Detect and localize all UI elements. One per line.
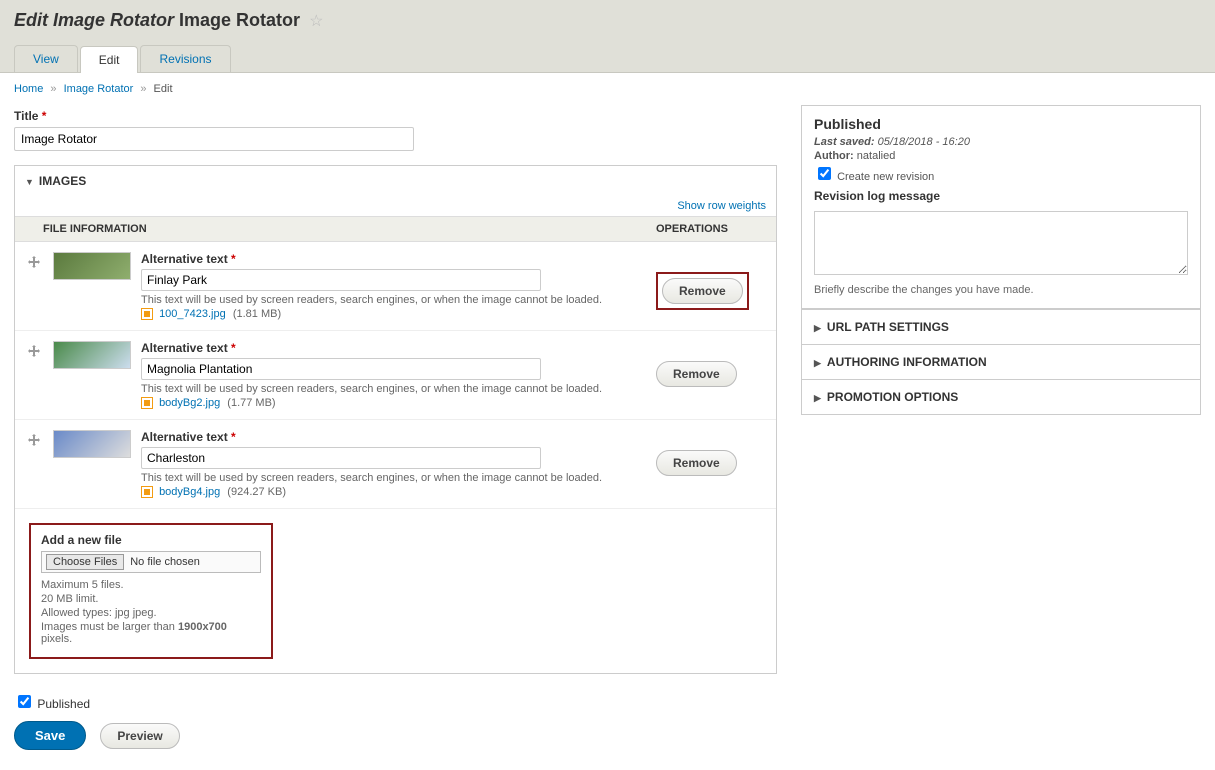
choose-files-button[interactable]: Choose Files bbox=[46, 554, 124, 570]
image-row: Alternative text * This text will be use… bbox=[15, 242, 776, 331]
log-message-label: Revision log message bbox=[814, 189, 1188, 203]
title-input[interactable] bbox=[14, 127, 414, 151]
alt-text-input[interactable] bbox=[141, 358, 541, 380]
tab-view[interactable]: View bbox=[14, 45, 78, 72]
alt-help-text: This text will be used by screen readers… bbox=[141, 472, 656, 484]
authoring-info-toggle[interactable]: AUTHORING INFORMATION bbox=[802, 344, 1200, 379]
table-header: FILE INFORMATION OPERATIONS bbox=[15, 216, 776, 242]
log-message-help: Briefly describe the changes you have ma… bbox=[814, 284, 1188, 296]
upload-help-limit: 20 MB limit. bbox=[41, 593, 261, 605]
thumbnail bbox=[53, 341, 131, 369]
drag-handle-icon[interactable] bbox=[25, 345, 43, 362]
breadcrumb-home[interactable]: Home bbox=[14, 83, 43, 95]
tab-revisions[interactable]: Revisions bbox=[140, 45, 230, 72]
title-name: Image Rotator bbox=[179, 10, 300, 30]
sidebar: Published Last saved: 05/18/2018 - 16:20… bbox=[801, 105, 1201, 415]
drag-handle-icon[interactable] bbox=[25, 434, 43, 451]
file-icon bbox=[141, 486, 153, 498]
images-fieldset: IMAGES Show row weights FILE INFORMATION… bbox=[14, 165, 777, 674]
promotion-options-toggle[interactable]: PROMOTION OPTIONS bbox=[802, 379, 1200, 414]
alt-text-input[interactable] bbox=[141, 447, 541, 469]
thumbnail bbox=[53, 252, 131, 280]
thumbnail bbox=[53, 430, 131, 458]
upload-help-max: Maximum 5 files. bbox=[41, 579, 261, 591]
file-size: (1.77 MB) bbox=[227, 397, 275, 409]
upload-help-types: Allowed types: jpg jpeg. bbox=[41, 607, 261, 619]
alt-text-label: Alternative text * bbox=[141, 430, 236, 444]
breadcrumb-image-rotator[interactable]: Image Rotator bbox=[64, 83, 134, 95]
remove-button[interactable]: Remove bbox=[656, 450, 737, 476]
image-row: Alternative text * This text will be use… bbox=[15, 420, 776, 509]
file-size: (1.81 MB) bbox=[233, 308, 281, 320]
file-link[interactable]: bodyBg4.jpg bbox=[159, 486, 220, 498]
create-revision-checkbox[interactable] bbox=[818, 167, 831, 180]
primary-tabs: View Edit Revisions bbox=[14, 45, 1201, 72]
file-link[interactable]: 100_7423.jpg bbox=[159, 308, 226, 320]
alt-text-label: Alternative text * bbox=[141, 341, 236, 355]
add-file-label: Add a new file bbox=[41, 533, 261, 547]
title-label: Title * bbox=[14, 109, 777, 123]
breadcrumb: Home » Image Rotator » Edit bbox=[0, 73, 1215, 105]
file-icon bbox=[141, 308, 153, 320]
tab-edit[interactable]: Edit bbox=[80, 46, 139, 73]
remove-button[interactable]: Remove bbox=[662, 278, 743, 304]
images-legend[interactable]: IMAGES bbox=[15, 166, 776, 194]
title-context: Edit Image Rotator bbox=[14, 10, 174, 30]
url-path-settings-toggle[interactable]: URL PATH SETTINGS bbox=[802, 309, 1200, 344]
alt-text-label: Alternative text * bbox=[141, 252, 236, 266]
alt-text-input[interactable] bbox=[141, 269, 541, 291]
no-file-chosen: No file chosen bbox=[130, 556, 200, 568]
log-message-textarea[interactable] bbox=[814, 211, 1188, 275]
published-checkbox[interactable] bbox=[18, 695, 31, 708]
file-icon bbox=[141, 397, 153, 409]
sidebar-published-title: Published bbox=[814, 116, 1188, 132]
file-size: (924.27 KB) bbox=[227, 486, 286, 498]
alt-help-text: This text will be used by screen readers… bbox=[141, 383, 656, 395]
file-link[interactable]: bodyBg2.jpg bbox=[159, 397, 220, 409]
author: Author: natalied bbox=[814, 150, 1188, 162]
last-saved: Last saved: 05/18/2018 - 16:20 bbox=[814, 136, 1188, 148]
image-row: Alternative text * This text will be use… bbox=[15, 331, 776, 420]
published-checkbox-label[interactable]: Published bbox=[14, 697, 90, 711]
page-title: Edit Image Rotator Image Rotator ☆ bbox=[14, 10, 1201, 31]
create-revision-label[interactable]: Create new revision bbox=[814, 171, 934, 183]
breadcrumb-current: Edit bbox=[154, 83, 173, 95]
drag-handle-icon[interactable] bbox=[25, 256, 43, 273]
col-file-info: FILE INFORMATION bbox=[43, 223, 656, 235]
preview-button[interactable]: Preview bbox=[100, 723, 179, 749]
save-button[interactable]: Save bbox=[14, 721, 86, 750]
alt-help-text: This text will be used by screen readers… bbox=[141, 294, 656, 306]
add-file-box: Add a new file Choose Files No file chos… bbox=[29, 523, 273, 659]
remove-button[interactable]: Remove bbox=[656, 361, 737, 387]
col-operations: OPERATIONS bbox=[656, 223, 766, 235]
file-input[interactable]: Choose Files No file chosen bbox=[41, 551, 261, 573]
favorite-star-icon[interactable]: ☆ bbox=[309, 13, 323, 30]
show-row-weights-link[interactable]: Show row weights bbox=[677, 200, 766, 212]
upload-help-dims: Images must be larger than 1900x700 pixe… bbox=[41, 621, 261, 645]
